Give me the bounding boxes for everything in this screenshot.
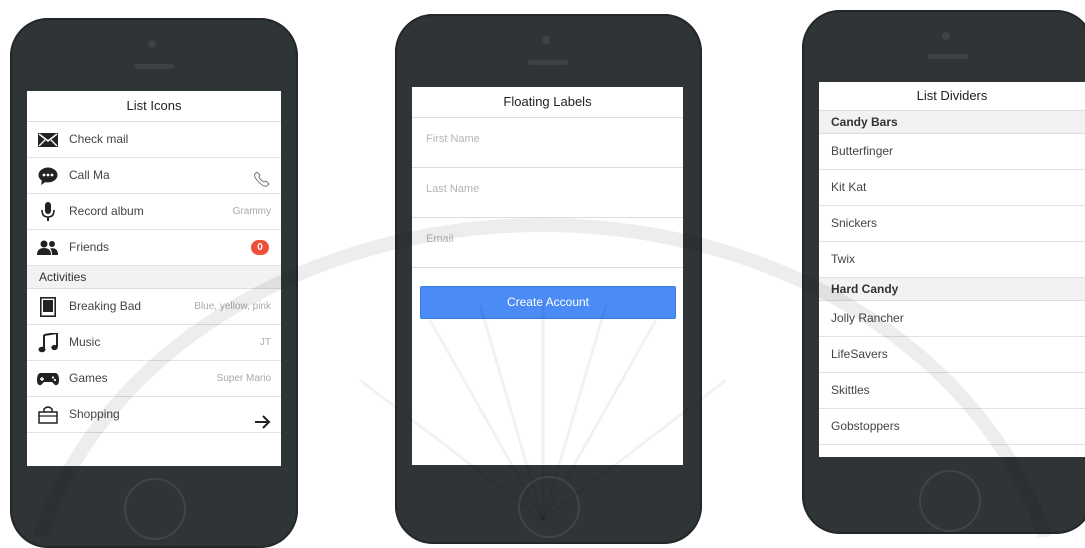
list-item-shopping[interactable]: Shopping <box>27 397 281 433</box>
music-note-icon <box>37 325 59 360</box>
camera-dot <box>148 40 156 48</box>
list-item-lifesavers[interactable]: LifeSavers <box>819 337 1085 373</box>
speaker-slot <box>528 60 568 65</box>
list-item-note: JT <box>259 337 271 348</box>
mail-icon <box>37 122 59 157</box>
home-button <box>124 478 186 540</box>
people-icon <box>37 230 59 265</box>
list-item-label: Record album <box>69 204 144 218</box>
list-item-label: Friends <box>69 240 110 254</box>
list-item-label: Games <box>69 371 108 385</box>
list-item-call-ma[interactable]: Call Ma <box>27 158 281 194</box>
tv-icon <box>37 289 59 324</box>
list-item-label: Shopping <box>69 407 120 421</box>
list-item-twix[interactable]: Twix <box>819 242 1085 278</box>
screen-list-icons: List Icons Check mail Call Ma Record alb… <box>27 91 281 466</box>
create-account-button[interactable]: Create Account <box>420 286 676 319</box>
list-divider-hard-candy: Hard Candy <box>819 278 1085 301</box>
list-item-jolly-rancher[interactable]: Jolly Rancher <box>819 301 1085 337</box>
microphone-icon <box>37 194 59 229</box>
phone-frame-list-icons: List Icons Check mail Call Ma Record alb… <box>10 18 298 548</box>
list-item-label: Breaking Bad <box>69 299 142 313</box>
list-item-butterfinger[interactable]: Butterfinger <box>819 134 1085 170</box>
list-divider-activities: Activities <box>27 266 281 289</box>
chat-icon <box>37 158 59 193</box>
list-item-music[interactable]: Music JT <box>27 325 281 361</box>
screen-title: List Icons <box>27 91 281 122</box>
list-item-check-mail[interactable]: Check mail <box>27 122 281 158</box>
list-item-friends[interactable]: Friends 0 <box>27 230 281 266</box>
email-input[interactable] <box>424 232 658 246</box>
list-item-kit-kat[interactable]: Kit Kat <box>819 170 1085 206</box>
list-item-label: Music <box>69 335 101 349</box>
first-name-input[interactable] <box>424 132 658 146</box>
screen-title: List Dividers <box>819 82 1085 111</box>
list-item-record-album[interactable]: Record album Grammy <box>27 194 281 230</box>
home-button <box>919 470 981 532</box>
camera-dot <box>942 32 950 40</box>
gamepad-icon <box>37 361 59 396</box>
shopping-bag-icon <box>37 397 59 432</box>
list-item-games[interactable]: Games Super Mario <box>27 361 281 397</box>
count-badge: 0 <box>251 240 269 255</box>
email-field[interactable] <box>412 218 683 268</box>
list-item-note: Super Mario <box>216 373 271 384</box>
home-button <box>518 476 580 538</box>
speaker-slot <box>928 54 968 59</box>
last-name-field[interactable] <box>412 168 683 218</box>
list-item-note: Blue, yellow, pink <box>194 301 271 312</box>
phone-frame-floating-labels: Floating Labels Create Account <box>395 14 702 544</box>
first-name-field[interactable] <box>412 118 683 168</box>
screen-title: Floating Labels <box>412 87 683 118</box>
screen-floating-labels: Floating Labels Create Account <box>412 87 683 465</box>
arrow-right-icon <box>255 408 271 443</box>
list-divider-candy-bars: Candy Bars <box>819 111 1085 134</box>
list-item-snickers[interactable]: Snickers <box>819 206 1085 242</box>
list-item-gobstoppers[interactable]: Gobstoppers <box>819 409 1085 445</box>
list-item-skittles[interactable]: Skittles <box>819 373 1085 409</box>
speaker-slot <box>134 64 174 69</box>
list-item-label: Call Ma <box>69 168 110 182</box>
last-name-input[interactable] <box>424 182 658 196</box>
list-item-note: Grammy <box>232 206 271 217</box>
phone-frame-list-dividers: List Dividers Candy Bars Butterfinger Ki… <box>802 10 1085 534</box>
list-item-label: Check mail <box>69 132 129 146</box>
list-item-breaking-bad[interactable]: Breaking Bad Blue, yellow, pink <box>27 289 281 325</box>
camera-dot <box>542 36 550 44</box>
screen-list-dividers: List Dividers Candy Bars Butterfinger Ki… <box>819 82 1085 457</box>
